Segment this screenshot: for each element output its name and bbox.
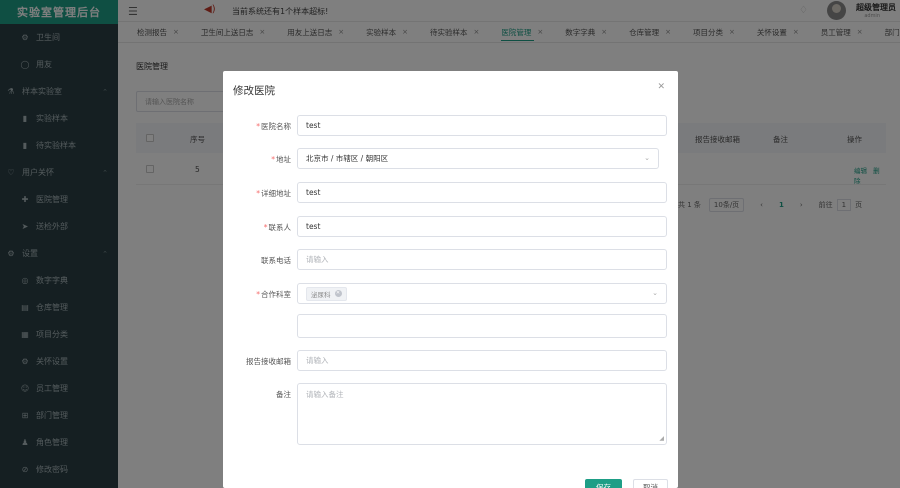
- department-tag: 泌尿科 ✕: [306, 286, 347, 301]
- edit-hospital-dialog: 修改医院 ✕ *医院名称 test *地址 北京市 / 市辖区 / 朝阳区 ⌄ …: [223, 71, 678, 488]
- cancel-button[interactable]: 取消: [633, 479, 668, 488]
- remark-placeholder: 请输入备注: [306, 390, 344, 399]
- dialog-title: 修改医院: [233, 85, 275, 97]
- report-email-label: 报告接收邮箱: [246, 357, 291, 366]
- department-label: 合作科室: [261, 290, 291, 299]
- hospital-name-input[interactable]: test: [297, 115, 667, 136]
- department-tag-text: 泌尿科: [311, 290, 331, 299]
- required-mark: *: [271, 155, 275, 164]
- region-cascader[interactable]: 北京市 / 市辖区 / 朝阳区 ⌄: [297, 148, 659, 169]
- region-value: 北京市 / 市辖区 / 朝阳区: [306, 154, 389, 163]
- remark-label: 备注: [276, 390, 291, 399]
- department-select[interactable]: 泌尿科 ✕ ⌄: [297, 283, 667, 304]
- contact-input[interactable]: test: [297, 216, 667, 237]
- contact-label: 联系人: [268, 223, 292, 232]
- detail-address-label: 详细地址: [261, 189, 291, 198]
- region-label: 地址: [276, 155, 291, 164]
- required-mark: *: [256, 290, 260, 299]
- hospital-name-label: 医院名称: [261, 122, 291, 131]
- required-mark: *: [256, 122, 260, 131]
- required-mark: *: [256, 189, 260, 198]
- tag-close-icon[interactable]: ✕: [334, 290, 342, 297]
- required-mark: *: [263, 223, 268, 232]
- detail-address-input[interactable]: test: [297, 182, 667, 203]
- resize-grip-icon[interactable]: ◢: [659, 435, 664, 442]
- close-icon[interactable]: ✕: [657, 82, 665, 92]
- remark-textarea[interactable]: 请输入备注 ◢: [297, 383, 667, 445]
- phone-input[interactable]: 请输入: [297, 249, 667, 270]
- chevron-down-icon: ⌄: [652, 289, 658, 297]
- phone-label: 联系电话: [261, 256, 291, 265]
- chevron-down-icon: ⌄: [644, 154, 650, 162]
- department-extra-input[interactable]: [297, 314, 667, 338]
- save-button[interactable]: 保存: [585, 479, 622, 488]
- report-email-input[interactable]: 请输入: [297, 350, 667, 371]
